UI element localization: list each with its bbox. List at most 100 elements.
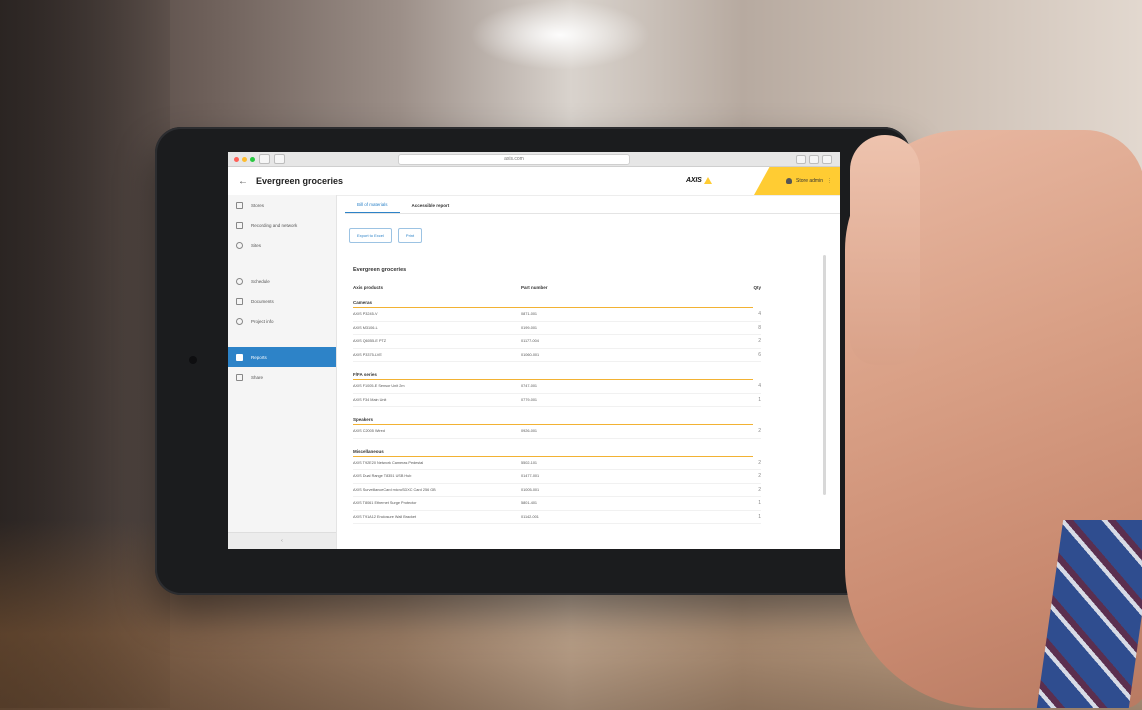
axis-logo: AXIS — [686, 177, 712, 184]
sidebar-item-label: Reports — [251, 354, 267, 360]
sidebar-item-share[interactable]: Share — [228, 367, 336, 387]
location-icon — [236, 241, 243, 249]
product-groups: Cameras AXIS P3245-V 0871-001 4 AXIS M3106-L… — [345, 300, 840, 524]
sidebar-collapse-button[interactable]: ‹ — [228, 532, 336, 549]
sidebar-divider — [228, 331, 336, 347]
share-icon[interactable] — [796, 155, 806, 164]
quantity: 2 — [758, 338, 761, 345]
part-number: 01005-001 — [521, 487, 540, 492]
scrollbar[interactable] — [823, 255, 826, 495]
report-tabs: Bill of materials Accessible report — [345, 197, 840, 214]
table-row: AXIS P3245-V 0871-001 4 — [353, 308, 761, 322]
sidebar-item-label: Documents — [251, 298, 274, 304]
document-icon — [236, 297, 243, 305]
product-name: AXIS Q6055-E PTZ — [353, 339, 387, 344]
table-row: AXIS T92E20 Network Cameras Pedestal 5502… — [353, 457, 761, 470]
sidebar-item-stores[interactable]: Stores — [228, 195, 336, 215]
browser-back-button[interactable] — [259, 154, 270, 164]
group-header: Miscellaneous — [353, 449, 753, 457]
quantity: 1 — [758, 396, 761, 403]
filter-icon — [236, 201, 243, 209]
sidebar-item-label: Recording and network — [251, 222, 298, 228]
sidebar-item-recording[interactable]: Recording and network — [228, 215, 336, 235]
part-number: 01142-001 — [521, 514, 539, 519]
part-number: 0199-001 — [521, 325, 538, 330]
column-header: Part number — [521, 285, 548, 290]
main-content: Bill of materials Accessible report Expo… — [337, 195, 840, 549]
quantity: 2 — [758, 459, 761, 466]
table-row: AXIS T91A12 Enclosure Wall Bracket 01142-… — [353, 511, 761, 524]
table-row: AXIS M3106-L 0199-001 8 — [353, 322, 761, 335]
group-header: Cameras — [353, 300, 753, 308]
sidebar-item-project-info[interactable]: Project info — [228, 311, 336, 331]
table-row: AXIS Dual Range T8351 USB Hub 01477-001 2 — [353, 470, 761, 484]
user-label: Store admin — [796, 178, 823, 184]
part-number: 0747-001 — [521, 384, 538, 389]
product-name: AXIS P3245-V — [353, 312, 378, 317]
sidebar-item-label: Project info — [251, 318, 274, 324]
grid-icon — [236, 221, 243, 229]
share-icon — [236, 373, 243, 381]
more-icon[interactable]: ⋮ — [827, 178, 832, 184]
browser-forward-button[interactable] — [274, 154, 285, 164]
gear-icon — [236, 317, 243, 325]
new-tab-icon[interactable] — [822, 155, 832, 164]
table-row: AXIS F1005-E Sensor Unit 2m 0747-001 4 — [353, 380, 761, 394]
quantity: 2 — [758, 486, 761, 493]
table-row: AXIS Q6055-E PTZ 01177-004 2 — [353, 335, 761, 349]
app-header: ← Evergreen groceries AXIS Store admin ⋮ — [228, 167, 840, 196]
brand-name: AXIS — [686, 177, 702, 184]
action-buttons: Export to Excel Print — [349, 228, 840, 243]
part-number: 5801-401 — [521, 501, 538, 506]
user-menu[interactable]: Store admin ⋮ — [754, 167, 840, 195]
app-body: Stores Recording and network Sites Sched… — [228, 195, 840, 549]
part-number: 0926-001 — [521, 429, 538, 434]
tabs-icon[interactable] — [809, 155, 819, 164]
close-window-button[interactable] — [234, 156, 239, 162]
product-name: AXIS F34 Main Unit — [353, 397, 387, 402]
sidebar-item-documents[interactable]: Documents — [228, 291, 336, 311]
product-name: AXIS M3106-L — [353, 325, 378, 330]
quantity: 4 — [758, 383, 761, 390]
quantity: 6 — [758, 351, 761, 358]
product-name: AXIS T91A12 Enclosure Wall Bracket — [353, 514, 417, 519]
maximize-window-button[interactable] — [250, 156, 255, 162]
tablet-screen: axis.com ← Evergreen groceries AXIS Stor… — [228, 152, 840, 549]
sidebar-divider — [228, 255, 336, 271]
product-name: AXIS T92E20 Network Cameras Pedestal — [353, 460, 424, 465]
quantity: 4 — [758, 311, 761, 318]
print-button[interactable]: Print — [397, 228, 423, 243]
browser-toolbar: axis.com — [228, 152, 840, 167]
table-row: AXIS F34 Main Unit 0779-001 1 — [353, 394, 761, 407]
sidebar-item-reports[interactable]: Reports — [228, 347, 336, 367]
tab-accessible-report[interactable]: Accessible report — [400, 197, 462, 213]
quantity: 1 — [758, 513, 761, 520]
table-row: AXIS P3375-LVE 01060-001 6 — [353, 349, 761, 362]
sidebar-item-label: Sites — [251, 242, 262, 248]
column-header: Qty — [753, 285, 761, 290]
address-bar[interactable]: axis.com — [398, 154, 630, 165]
part-number: 01477-001 — [521, 474, 540, 479]
sidebar-item-sites[interactable]: Sites — [228, 235, 336, 255]
logo-triangle-icon — [703, 177, 712, 184]
tablet-camera — [189, 356, 197, 364]
part-number: 01060-001 — [521, 352, 540, 357]
product-name: AXIS T8061 Ethernet Surge Protector — [353, 501, 417, 506]
quantity: 8 — [758, 324, 761, 331]
group-header: Speakers — [353, 417, 753, 425]
background-light — [470, 0, 650, 70]
sidebar-item-schedule[interactable]: Schedule — [228, 271, 336, 291]
tab-bill-of-materials[interactable]: Bill of materials — [345, 197, 400, 213]
user-icon — [786, 178, 793, 184]
product-name: AXIS Dual Range T8351 USB Hub — [353, 474, 412, 479]
export-excel-button[interactable]: Export to Excel — [349, 228, 392, 243]
part-number: 0779-001 — [521, 397, 538, 402]
quantity: 2 — [758, 473, 761, 480]
quantity: 1 — [758, 500, 761, 507]
browser-actions — [796, 155, 832, 164]
minimize-window-button[interactable] — [242, 156, 247, 162]
chevron-left-icon: ‹ — [281, 538, 283, 544]
arrow-left-icon[interactable]: ← — [238, 176, 250, 187]
report-icon — [236, 353, 243, 361]
column-header: Axis products — [353, 285, 384, 290]
